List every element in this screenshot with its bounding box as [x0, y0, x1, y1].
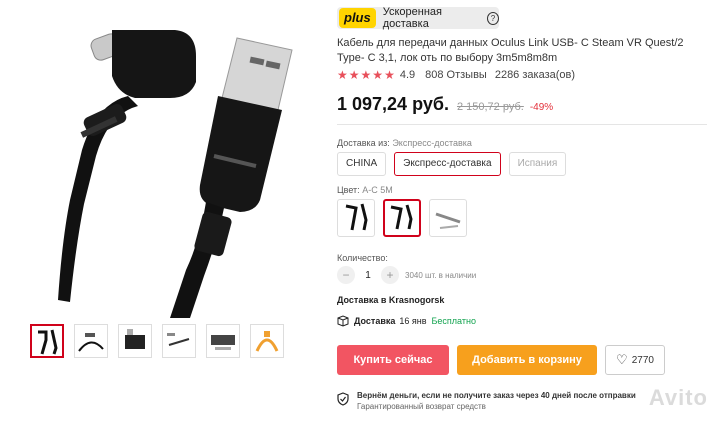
cable-thumb-icon [38, 329, 58, 355]
star-icon: ★ [360, 68, 372, 82]
plus-delivery-banner[interactable]: plus Ускоренная доставка ? [337, 6, 499, 30]
box-icon [337, 315, 349, 327]
divider [337, 124, 707, 125]
guarantee-subtitle: Гарантированный возврат средств [357, 402, 486, 411]
cable-thumb-icon [167, 333, 190, 346]
delivery-label: Доставка [354, 316, 396, 326]
angled-cable-swatch-icon [390, 204, 413, 230]
discount-badge: -49% [529, 102, 554, 113]
shipping-label: Доставка из: Экспресс-доставка [337, 138, 472, 148]
cable-illustration [58, 30, 293, 318]
product-title: Кабель для передачи данных Oculus Link U… [337, 37, 684, 64]
wishlist-button[interactable]: ♡ 2770 [605, 345, 665, 375]
thumbnail-4[interactable] [162, 324, 196, 358]
heart-icon: ♡ [616, 352, 628, 367]
question-icon[interactable]: ? [487, 11, 499, 25]
star-icon: ★ [384, 68, 395, 82]
cable-thumb-icon [255, 331, 279, 352]
star-icon: ★ [372, 68, 384, 82]
add-to-cart-button[interactable]: Добавить в корзину [457, 345, 597, 375]
guarantee-text: Вернём деньги, если не получите заказ че… [357, 390, 636, 412]
rating-row: ★ ★ ★ ★ ★ 4.9 808 Отзывы 2286 заказа(ов) [337, 68, 575, 82]
thumbnail-6[interactable] [250, 324, 284, 358]
angled-cable-swatch-icon [345, 203, 368, 231]
wishlist-count: 2770 [631, 354, 654, 366]
quantity-label: Количество: [337, 253, 388, 263]
thumbnail-1[interactable] [30, 324, 64, 358]
thumbnail-5[interactable] [206, 324, 240, 358]
old-price: 2 150,72 руб. [456, 101, 524, 113]
shipping-options: CHINA Экспресс-доставка Испания [337, 152, 567, 176]
plus-badge: plus [339, 8, 376, 28]
star-icon: ★ [348, 68, 360, 82]
thumbnail-2[interactable] [74, 324, 108, 358]
cable-thumb-icon [78, 333, 104, 352]
delivery-info: Доставка 16 янв Бесплатно [337, 315, 476, 327]
delivery-date: 16 янв [399, 316, 427, 326]
thumbnail-strip [30, 324, 284, 358]
color-options [337, 199, 467, 237]
quantity-plus-button[interactable]: + [381, 266, 399, 284]
stock-count: 3040 шт. в наличии [405, 270, 477, 280]
guarantee-title: Вернём деньги, если не получите заказ че… [357, 391, 636, 400]
color-label-text: Цвет: [337, 185, 360, 195]
shipping-option-express[interactable]: Экспресс-доставка [394, 152, 501, 176]
cable-thumb-icon [211, 335, 235, 350]
cable-thumb-icon [125, 329, 145, 349]
current-price: 1 097,24 руб. [337, 94, 449, 114]
reviews-link[interactable]: 808 Отзывы [425, 69, 487, 81]
buy-now-button[interactable]: Купить сейчас [337, 345, 449, 375]
color-option-3[interactable] [429, 199, 467, 237]
color-label: Цвет: A-C 5M [337, 185, 393, 195]
money-back-guarantee: Вернём деньги, если не получите заказ че… [337, 390, 636, 412]
shield-check-icon [337, 392, 349, 406]
delivery-free: Бесплатно [431, 316, 476, 326]
shipping-option-spain[interactable]: Испания [508, 152, 567, 176]
quantity-stepper: − 1 + 3040 шт. в наличии [337, 266, 476, 284]
color-selected-text: A-C 5M [362, 185, 393, 195]
shipping-selected-text: Экспресс-доставка [392, 138, 472, 148]
color-option-2[interactable] [383, 199, 421, 237]
quantity-minus-button[interactable]: − [337, 266, 355, 284]
star-icon: ★ [337, 68, 348, 82]
shipping-option-china[interactable]: CHINA [337, 152, 387, 176]
price-row: 1 097,24 руб. 2 150,72 руб. -49% [337, 94, 553, 115]
color-option-1[interactable] [337, 199, 375, 237]
delivery-location[interactable]: Доставка в Krasnogorsk [337, 295, 444, 305]
shipping-label-text: Доставка из: [337, 138, 390, 148]
orders-count: 2286 заказа(ов) [494, 69, 576, 81]
main-product-image[interactable] [0, 0, 322, 318]
quantity-value[interactable]: 1 [355, 270, 381, 281]
avito-watermark: Avito [648, 385, 708, 410]
plus-delivery-text: Ускоренная доставка [382, 6, 442, 30]
rating-value: 4.9 [399, 69, 416, 81]
thumbnail-3[interactable] [118, 324, 152, 358]
gray-cable-swatch-icon [435, 212, 461, 229]
